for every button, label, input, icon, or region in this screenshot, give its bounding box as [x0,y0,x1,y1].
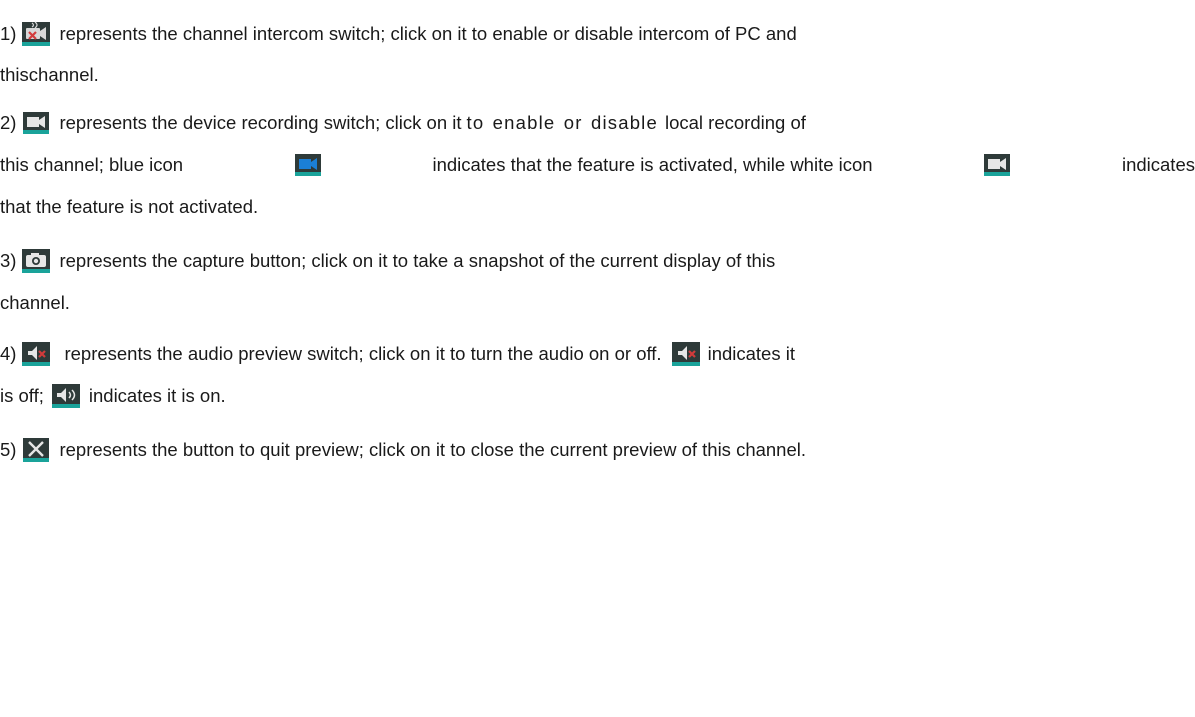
item-5-line-1: 5) represents the button to quit preview… [0,430,1195,470]
item-2-text-a: represents the device recording switch; … [59,112,462,133]
close-icon [22,436,50,464]
item-number: 1) [0,23,17,44]
audio-off-icon [22,340,51,368]
item-2-text-g: that the feature is not activated. [0,196,259,217]
intercom-switch-icon [22,20,51,48]
item-2-line-3: that the feature is not activated. [0,187,1195,227]
item-4-line-2: is off; indicates it is on. [0,376,1195,416]
item-number: 4) [0,343,17,364]
camera-capture-icon [22,247,51,275]
item-2-text-b: to enable or disable [466,112,658,133]
item-4-text-b: indicates it [707,343,795,364]
item-4-text-a: represents the audio preview switch; cli… [64,343,662,364]
audio-on-icon [51,382,80,410]
item-number: 2) [0,112,17,133]
item-2-text-d: this channel; blue icon [0,154,184,175]
item-3-text-a: represents the capture button; click on … [59,250,776,271]
item-1-line-1: 1) represents the channel intercom switc… [0,14,1195,54]
item-2-text-f: indicates [1121,154,1195,175]
item-1-text-b: thischannel. [0,64,99,85]
item-2-text-e: indicates that the feature is activated,… [432,154,873,175]
item-number: 5) [0,439,17,460]
item-3-line-2: channel. [0,283,1195,323]
item-1-line-2: thischannel. [0,55,1195,95]
document-page: 1) represents the channel intercom switc… [0,0,1195,717]
record-white-icon [983,151,1011,179]
item-4-line-1: 4) represents the audio preview switch; … [0,334,1195,374]
item-2-line-1: 2) represents the device recording switc… [0,103,1195,143]
item-5-text-a: represents the button to quit preview; c… [59,439,807,460]
item-3-text-a-wrap: represents the capture button; click on … [59,250,1195,272]
item-1-text-a: represents the channel intercom switch; … [59,23,797,44]
item-3-text-b: channel. [0,292,70,313]
item-4-text-c: is off; [0,385,44,406]
record-blue-icon [294,151,322,179]
record-white-icon [22,109,50,137]
item-2-line-2: this channel; blue icon indicates that t… [0,145,1195,185]
item-2-text-c: local recording of [664,112,806,133]
item-4-text-d: indicates it is on. [88,385,226,406]
item-number: 3) [0,250,17,271]
item-3-line-1: 3) represents the capture button; click … [0,241,1195,281]
audio-off-icon [671,340,700,368]
